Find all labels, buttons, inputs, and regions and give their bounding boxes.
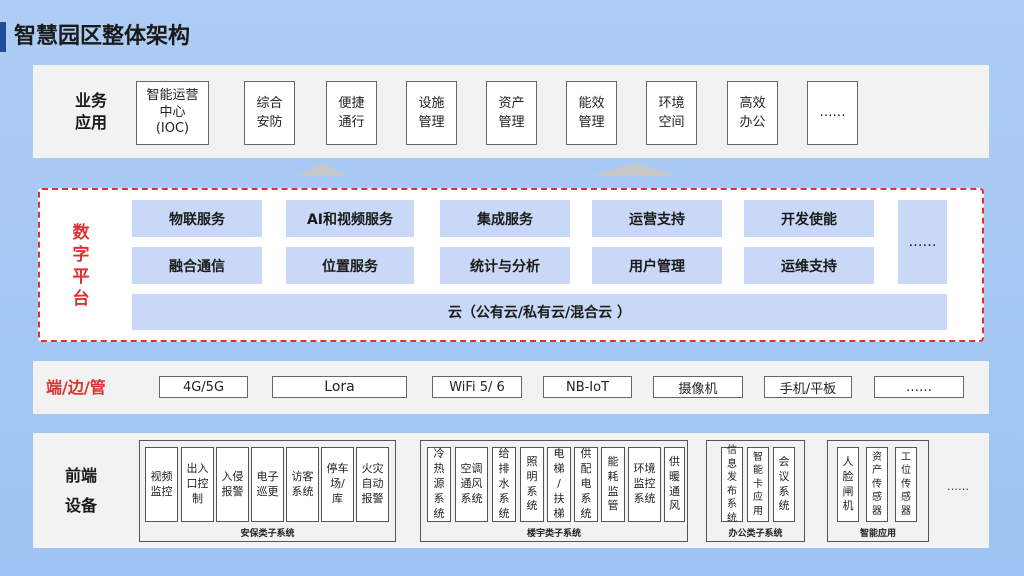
- subsystem-heating[interactable]: 供 暖 通 风: [664, 447, 685, 522]
- subsystem-elevator[interactable]: 电 梯 / 扶 梯: [547, 447, 571, 522]
- digital-platform-label: 数 字 平 台: [72, 223, 90, 310]
- subsystem-info-publish[interactable]: 信 息 发 布 系 统: [721, 445, 743, 524]
- biz-item-security[interactable]: 综合 安防: [244, 81, 295, 145]
- security-group-caption: 安保类子系统: [240, 529, 295, 539]
- biz-item-asset[interactable]: 资产 管理: [486, 81, 537, 145]
- business-layer-label: 业务 应用: [74, 91, 107, 132]
- device-seat-sensor[interactable]: 工 位 传 感 器: [895, 447, 917, 522]
- subsystem-access[interactable]: 出入 口控 制: [181, 447, 214, 522]
- edge-more[interactable]: ……: [874, 376, 964, 398]
- title-accent-bar: [0, 22, 6, 52]
- building-group-caption: 楼宇类子系统: [526, 529, 581, 539]
- subsystem-water[interactable]: 给 排 水 系 统: [492, 447, 516, 522]
- service-ops-support[interactable]: 运维支持: [744, 247, 874, 284]
- subsystem-lighting[interactable]: 照 明 系 统: [520, 447, 544, 522]
- digital-platform-layer: 数 字 平 台 物联服务 AI和视频服务 集成服务 运营支持 开发使能 融合通信…: [38, 188, 984, 342]
- service-dev-enable[interactable]: 开发使能: [744, 200, 874, 237]
- biz-item-access[interactable]: 便捷 通行: [326, 81, 377, 145]
- edge-lora[interactable]: Lora: [272, 376, 407, 398]
- up-arrow-left-icon: [297, 163, 347, 176]
- subsystem-fire-alarm[interactable]: 火灾 自动 报警: [356, 447, 389, 522]
- subsystem-hvac[interactable]: 空调 通风 系统: [455, 447, 488, 522]
- edge-camera[interactable]: 摄像机: [653, 376, 743, 398]
- subsystem-visitor[interactable]: 访客 系统: [286, 447, 319, 522]
- service-analytics[interactable]: 统计与分析: [440, 247, 570, 284]
- front-device-more: ……: [947, 480, 969, 493]
- device-asset-sensor[interactable]: 资 产 传 感 器: [866, 447, 888, 522]
- edge-nbiot[interactable]: NB-IoT: [543, 376, 632, 398]
- subsystem-heat-cold[interactable]: 冷 热 源 系 统: [427, 447, 451, 522]
- edge-4g5g[interactable]: 4G/5G: [159, 376, 248, 398]
- subsystem-energy[interactable]: 能 耗 监 管: [601, 447, 625, 522]
- biz-item-ioc[interactable]: 智能运营 中心 (IOC): [136, 81, 209, 145]
- biz-item-environment[interactable]: 环境 空间: [646, 81, 697, 145]
- smart-app-caption: 智能应用: [859, 529, 896, 539]
- biz-item-office[interactable]: 高效 办公: [727, 81, 778, 145]
- front-device-label: 前端 设备: [64, 466, 97, 516]
- service-user-mgmt[interactable]: 用户管理: [592, 247, 722, 284]
- service-more[interactable]: ……: [898, 200, 947, 284]
- subsystem-intrusion[interactable]: 入侵 报警: [216, 447, 249, 522]
- business-layer: 业务 应用 智能运营 中心 (IOC) 综合 安防 便捷 通行 设施 管理 资产…: [33, 65, 989, 158]
- service-integration[interactable]: 集成服务: [440, 200, 570, 237]
- subsystem-patrol[interactable]: 电子 巡更: [251, 447, 284, 522]
- biz-item-more[interactable]: ……: [807, 81, 858, 145]
- subsystem-parking[interactable]: 停车 场/ 库: [321, 447, 354, 522]
- biz-item-energy[interactable]: 能效 管理: [566, 81, 617, 145]
- service-iot[interactable]: 物联服务: [132, 200, 262, 237]
- office-group-caption: 办公类子系统: [728, 529, 783, 539]
- smart-app-group: 人 脸 闸 机 资 产 传 感 器 工 位 传 感 器 智能应用: [827, 440, 929, 542]
- security-subsystem-group: 视频 监控 出入 口控 制 入侵 报警 电子 巡更 访客 系统 停车 场/ 库 …: [139, 440, 396, 542]
- office-subsystem-group: 信 息 发 布 系 统 智 能 卡 应 用 会 议 系 统 办公类子系统: [706, 440, 805, 542]
- edge-phone-tablet[interactable]: 手机/平板: [764, 376, 852, 398]
- subsystem-power[interactable]: 供 配 电 系 统: [574, 447, 598, 522]
- subsystem-meeting[interactable]: 会 议 系 统: [773, 447, 795, 522]
- service-ai-video[interactable]: AI和视频服务: [286, 200, 414, 237]
- service-operation[interactable]: 运营支持: [592, 200, 722, 237]
- service-location[interactable]: 位置服务: [286, 247, 414, 284]
- subsystem-smart-card[interactable]: 智 能 卡 应 用: [747, 447, 769, 522]
- cloud-bar[interactable]: 云（公有云/私有云/混合云 ）: [132, 294, 947, 330]
- edge-wifi[interactable]: WiFi 5/ 6: [432, 376, 522, 398]
- edge-layer-label: 端/边/管: [46, 378, 106, 397]
- biz-item-facility[interactable]: 设施 管理: [406, 81, 457, 145]
- device-face-gate[interactable]: 人 脸 闸 机: [837, 447, 859, 522]
- page-title: 智慧园区整体架构: [14, 24, 191, 49]
- subsystem-video[interactable]: 视频 监控: [145, 447, 178, 522]
- subsystem-env-monitor[interactable]: 环境 监控 系统: [628, 447, 661, 522]
- building-subsystem-group: 冷 热 源 系 统 空调 通风 系统 给 排 水 系 统 照 明 系 统 电 梯…: [420, 440, 688, 542]
- up-arrow-right-icon: [592, 163, 678, 176]
- service-comm[interactable]: 融合通信: [132, 247, 262, 284]
